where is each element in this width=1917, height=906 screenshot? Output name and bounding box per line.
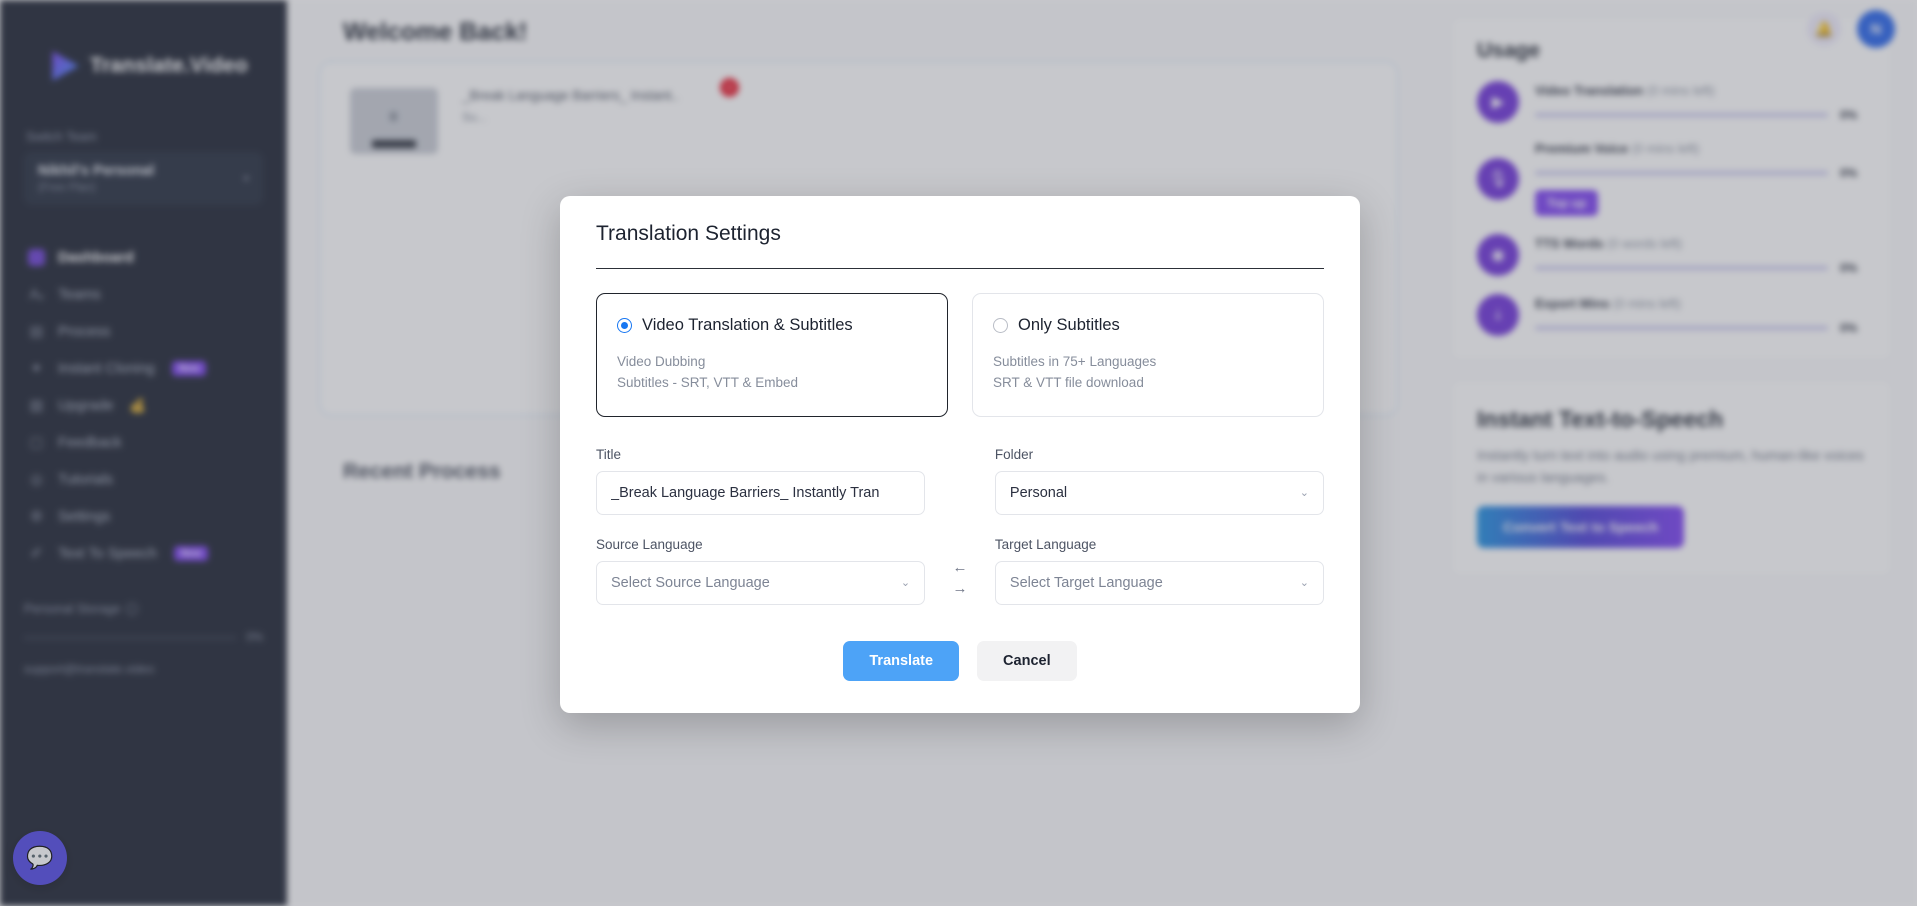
target-language-select[interactable]: Select Target Language ⌄ xyxy=(995,561,1324,605)
option-label: Video Translation & Subtitles xyxy=(642,316,853,335)
translate-button[interactable]: Translate xyxy=(843,641,959,681)
source-language-select[interactable]: Select Source Language ⌄ xyxy=(596,561,925,605)
option-video-translation-subtitles[interactable]: Video Translation & Subtitles Video Dubb… xyxy=(596,293,948,417)
title-label: Title xyxy=(596,447,925,462)
option-desc-line-1: Subtitles in 75+ Languages xyxy=(993,352,1301,373)
title-input[interactable]: _Break Language Barriers_ Instantly Tran xyxy=(596,471,925,515)
option-label: Only Subtitles xyxy=(1018,316,1120,335)
source-language-label: Source Language xyxy=(596,537,925,552)
folder-field-group: Folder Personal ⌄ xyxy=(995,447,1324,515)
arrow-right-icon: → xyxy=(953,579,968,599)
option-desc-line-1: Video Dubbing xyxy=(617,352,925,373)
modal-title: Translation Settings xyxy=(596,222,1324,246)
form-row-title-folder: Title _Break Language Barriers_ Instantl… xyxy=(596,447,1324,515)
title-input-value: _Break Language Barriers_ Instantly Tran xyxy=(611,485,910,501)
arrow-left-icon: ← xyxy=(953,558,968,578)
option-desc-line-2: Subtitles - SRT, VTT & Embed xyxy=(617,373,925,394)
swap-languages-button[interactable]: ← → xyxy=(925,558,995,605)
cancel-button[interactable]: Cancel xyxy=(977,641,1077,681)
source-language-value: Select Source Language xyxy=(611,575,901,591)
option-only-subtitles[interactable]: Only Subtitles Subtitles in 75+ Language… xyxy=(972,293,1324,417)
chevron-down-icon: ⌄ xyxy=(1300,576,1309,589)
translation-mode-options: Video Translation & Subtitles Video Dubb… xyxy=(596,293,1324,417)
radio-only-subtitles-icon[interactable] xyxy=(993,318,1008,333)
app-root: Translate.Video Switch Team Nikhil's Per… xyxy=(0,0,1917,906)
form-spacer xyxy=(925,447,995,515)
folder-select-value: Personal xyxy=(1010,485,1300,501)
source-language-group: Source Language Select Source Language ⌄ xyxy=(596,537,925,605)
form-row-languages: Source Language Select Source Language ⌄… xyxy=(596,537,1324,605)
title-field-group: Title _Break Language Barriers_ Instantl… xyxy=(596,447,925,515)
modal-divider xyxy=(596,268,1324,269)
target-language-group: Target Language Select Target Language ⌄ xyxy=(995,537,1324,605)
target-language-value: Select Target Language xyxy=(1010,575,1300,591)
folder-select[interactable]: Personal ⌄ xyxy=(995,471,1324,515)
translation-settings-modal: Translation Settings Video Translation &… xyxy=(560,196,1360,713)
modal-actions: Translate Cancel xyxy=(596,641,1324,681)
option-desc-line-2: SRT & VTT file download xyxy=(993,373,1301,394)
target-language-label: Target Language xyxy=(995,537,1324,552)
folder-label: Folder xyxy=(995,447,1324,462)
chevron-down-icon: ⌄ xyxy=(901,576,910,589)
radio-video-translation-icon[interactable] xyxy=(617,318,632,333)
chevron-down-icon: ⌄ xyxy=(1300,486,1309,499)
